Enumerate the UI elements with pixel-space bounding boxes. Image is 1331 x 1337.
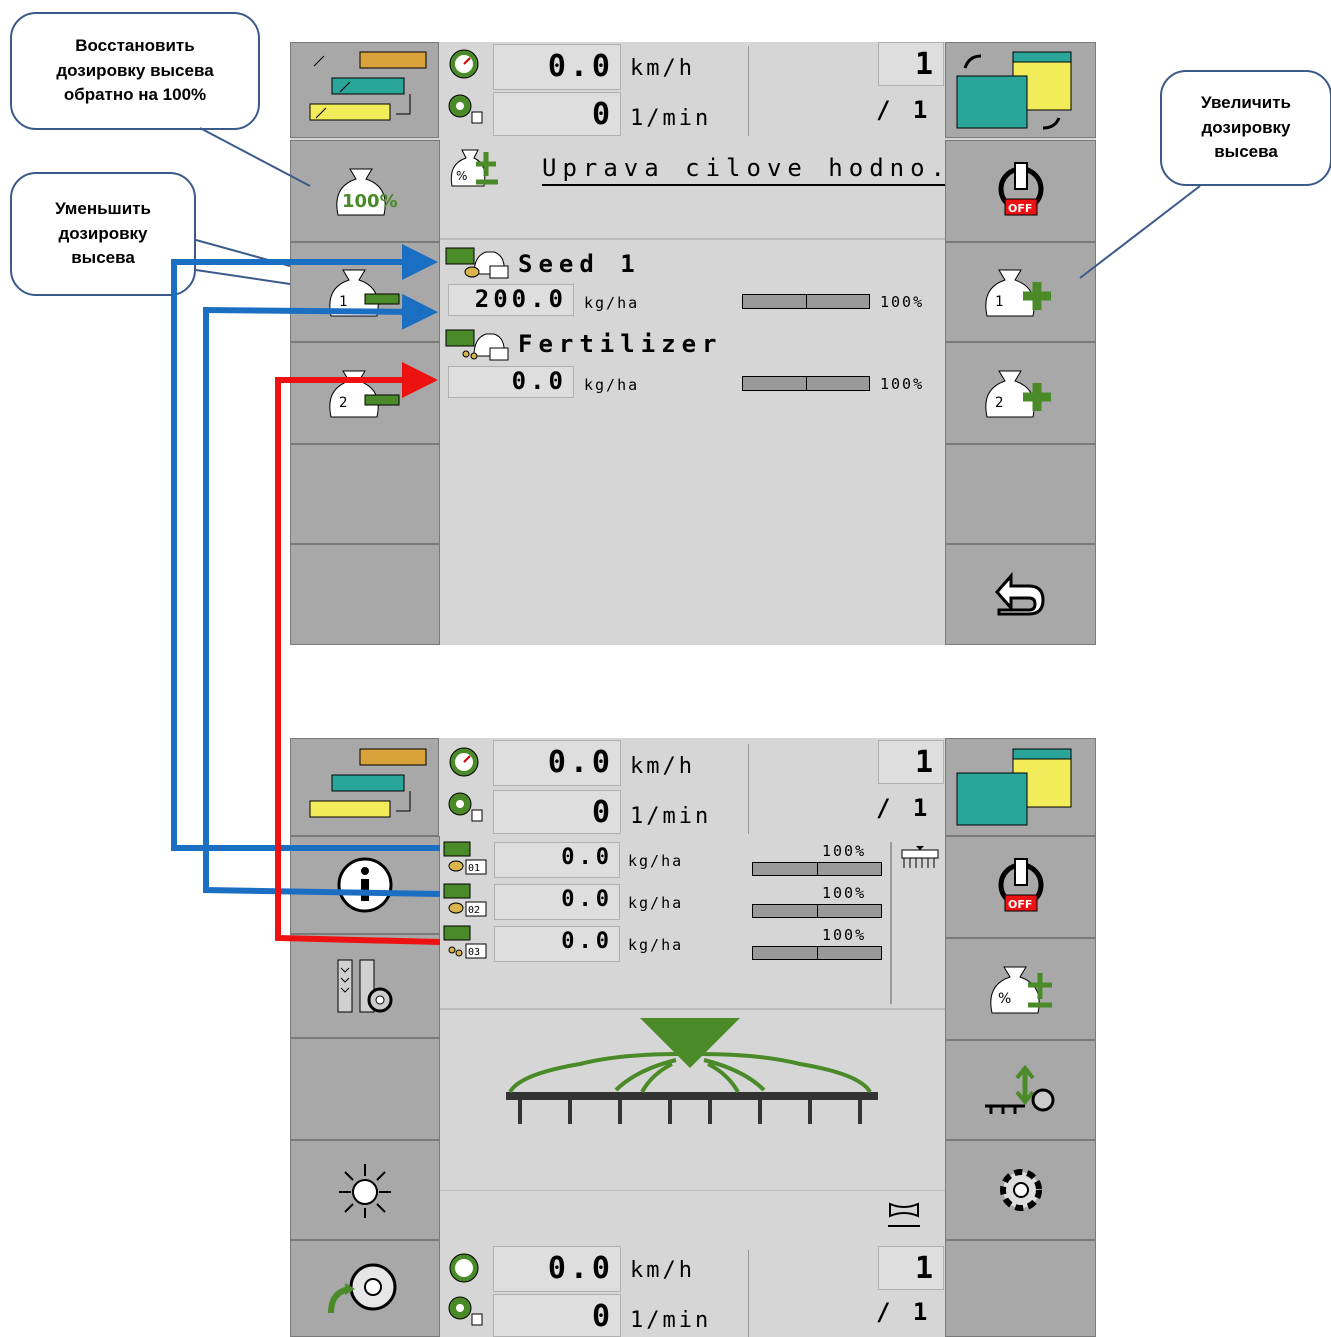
annotation-arrows	[171, 127, 1201, 945]
